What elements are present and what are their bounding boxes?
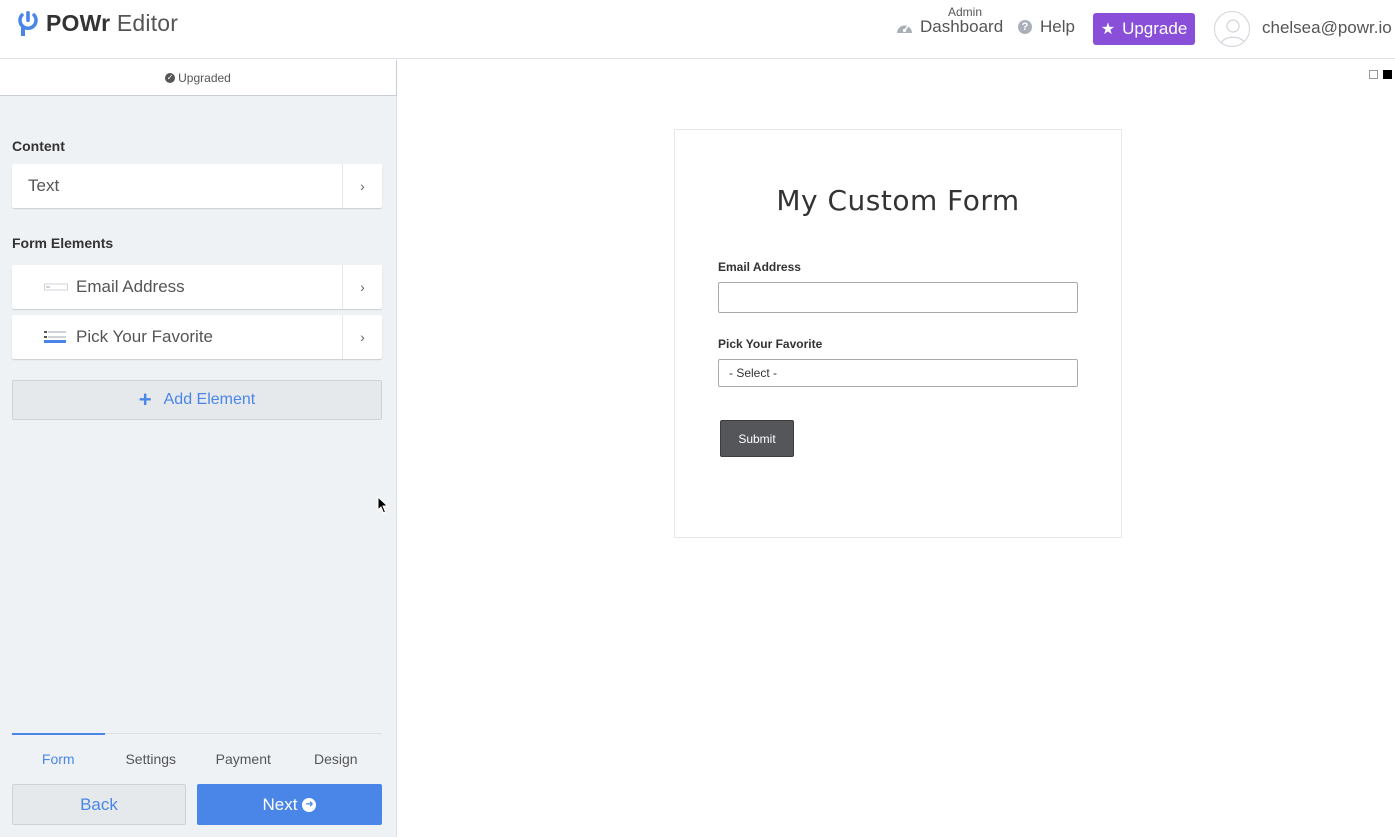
email-address-label: Email Address [718, 260, 801, 274]
tab-payment[interactable]: Payment [197, 734, 290, 771]
chevron-right-icon: › [342, 265, 382, 309]
view-toggles [1369, 70, 1392, 79]
chevron-right-icon: › [342, 164, 382, 208]
submit-button[interactable]: Submit [720, 420, 794, 457]
form-elements-section-label: Form Elements [12, 235, 114, 251]
dashboard-link[interactable]: Dashboard [896, 17, 1003, 37]
upgrade-button[interactable]: ★ Upgrade [1093, 13, 1195, 45]
upgrade-label: Upgrade [1122, 19, 1188, 38]
add-element-label: Add Element [163, 391, 256, 408]
pick-your-favorite-select[interactable]: - Select - [718, 359, 1078, 387]
user-email[interactable]: chelsea@powr.io [1262, 18, 1392, 38]
form-element-label: Pick Your Favorite [76, 327, 214, 346]
tab-form[interactable]: Form [12, 733, 105, 771]
logo-product: Editor [116, 10, 179, 36]
dashboard-gauge-icon [897, 25, 912, 33]
text-field-icon [44, 280, 68, 294]
next-button[interactable]: Next ➜ [197, 784, 382, 825]
check-circle-icon: ✓ [165, 72, 176, 83]
top-bar: POWr Editor Admin Dashboard ? Help ★ Upg… [0, 0, 1395, 59]
form-preview-card: My Custom Form Email Address Pick Your F… [674, 129, 1122, 538]
mouse-cursor-icon [377, 495, 389, 519]
upgraded-label: Upgraded [178, 70, 231, 85]
add-element-button[interactable]: + Add Element [12, 380, 382, 420]
help-link[interactable]: ? Help [1018, 17, 1075, 37]
form-title: My Custom Form [776, 184, 1020, 217]
dropdown-field-icon [44, 330, 68, 344]
chevron-right-icon: › [342, 315, 382, 359]
form-element-pick-your-favorite[interactable]: Pick Your Favorite › [12, 315, 382, 359]
email-address-input[interactable] [718, 282, 1078, 313]
form-element-label: Email Address [76, 277, 185, 296]
form-element-email-address[interactable]: Email Address › [12, 265, 382, 309]
dark-view-toggle[interactable] [1383, 70, 1392, 79]
sidebar-tabs: Form Settings Payment Design [12, 733, 382, 771]
help-label: Help [1040, 17, 1075, 36]
tab-design[interactable]: Design [290, 734, 383, 771]
star-icon: ★ [1100, 21, 1116, 38]
tab-settings[interactable]: Settings [105, 734, 198, 771]
content-section-label: Content [12, 138, 65, 154]
powr-logo-icon [18, 10, 38, 37]
content-item-label: Text [28, 176, 60, 195]
powr-logo[interactable]: POWr Editor [18, 10, 178, 37]
back-button[interactable]: Back [12, 784, 186, 825]
user-avatar-icon [1220, 19, 1246, 45]
editor-sidebar: ✓ Upgraded Content Text › Form Elements … [0, 60, 397, 837]
upgraded-status: ✓ Upgraded [0, 60, 397, 96]
next-label: Next [262, 794, 298, 814]
logo-brand: POWr [46, 10, 111, 36]
content-item-text[interactable]: Text › [12, 164, 382, 208]
help-question-icon: ? [1018, 20, 1032, 34]
pick-your-favorite-label: Pick Your Favorite [718, 337, 823, 351]
dashboard-label: Dashboard [920, 17, 1004, 36]
user-avatar[interactable] [1214, 11, 1250, 47]
light-view-toggle[interactable] [1369, 70, 1378, 79]
plus-icon: + [138, 387, 152, 412]
arrow-right-circle-icon: ➜ [302, 797, 317, 812]
